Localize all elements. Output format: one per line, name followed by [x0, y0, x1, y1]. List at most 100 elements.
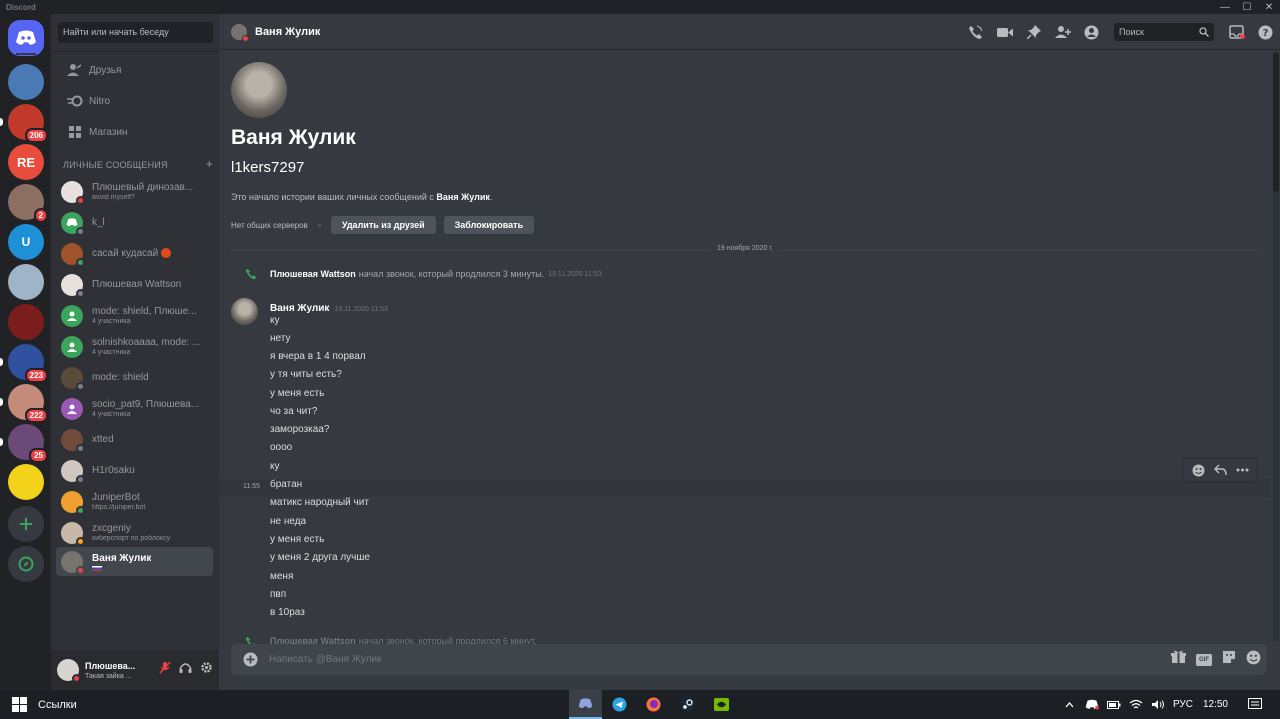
dm-item[interactable]: zxcgeniy киберспорт по роблоксу	[56, 518, 213, 547]
gif-button[interactable]: GIF	[1196, 653, 1212, 666]
clock[interactable]: 12:50	[1203, 699, 1228, 710]
discord-window: Discord — ☐ ✕ 206 RE 2 U 223 222 25 Найт…	[0, 0, 1280, 719]
discord-home-icon	[16, 30, 36, 45]
message-actions	[1182, 458, 1258, 482]
dm-item[interactable]: mode: shield	[56, 363, 213, 392]
more-button[interactable]	[1231, 468, 1253, 472]
tray-volume[interactable]	[1147, 699, 1169, 710]
user-profile-button[interactable]	[1077, 25, 1106, 40]
sticker-button[interactable]	[1222, 650, 1236, 669]
headphones-icon	[179, 663, 192, 673]
links-toolbar[interactable]: Ссылки	[38, 699, 77, 711]
voice-call-button[interactable]	[961, 25, 990, 40]
tray-battery[interactable]	[1103, 700, 1125, 709]
mute-button[interactable]	[159, 661, 171, 679]
taskbar-app-discord[interactable]	[569, 690, 602, 719]
show-hidden-icons-button[interactable]	[1059, 701, 1081, 708]
author-avatar[interactable]	[231, 298, 258, 325]
tray-discord[interactable]	[1081, 699, 1103, 710]
video-call-button[interactable]	[990, 27, 1019, 38]
user-panel: Плюшева... Такая зайка ...	[51, 650, 219, 690]
server-icon[interactable]: RE	[8, 144, 44, 180]
dm-name: mode: shield, Плюше...	[92, 306, 197, 317]
minimize-button[interactable]: —	[1214, 0, 1236, 14]
taskbar-app-telegram[interactable]	[603, 690, 636, 719]
server-icon[interactable]: 222	[8, 384, 48, 423]
nitro-icon	[61, 95, 89, 107]
close-button[interactable]: ✕	[1258, 0, 1280, 14]
user-settings-button[interactable]	[200, 661, 213, 679]
server-icon[interactable]: 206	[8, 104, 48, 143]
server-icon[interactable]: 223	[8, 344, 48, 383]
dm-item[interactable]: k_l	[56, 208, 213, 237]
dm-item[interactable]: H1r0saku	[56, 456, 213, 485]
chat-area: Ваня Жулик Поиск ? Ваня Жулик l1kers7297…	[219, 14, 1280, 690]
search-input[interactable]: Поиск	[1114, 23, 1214, 41]
add-server-button[interactable]	[8, 506, 44, 542]
dm-item[interactable]: solnishkoaaaa, mode: ... 4 участника	[56, 332, 213, 361]
server-icon[interactable]	[8, 264, 44, 300]
nav-nitro[interactable]: Nitro	[59, 88, 212, 114]
user-avatar[interactable]	[57, 659, 81, 683]
message-input-placeholder[interactable]: Написать @Ваня Жулик	[269, 654, 382, 665]
message-line: я вчера в 1 4 порвал	[270, 351, 366, 362]
server-icon[interactable]: 2	[8, 184, 48, 223]
maximize-button[interactable]: ☐	[1236, 0, 1258, 14]
custom-status: Такая зайка ...	[85, 672, 132, 680]
avatar	[61, 397, 83, 420]
taskbar-app-nvidia[interactable]	[705, 690, 738, 719]
home-button[interactable]	[8, 20, 44, 56]
pinned-messages-button[interactable]	[1019, 25, 1048, 39]
scrollbar-thumb[interactable]	[1273, 52, 1279, 192]
taskbar-app-steam[interactable]	[671, 690, 704, 719]
message-line: в 10раз	[270, 607, 305, 618]
server-icon[interactable]	[8, 64, 44, 100]
find-conversation-button[interactable]: Найти или начать беседу	[58, 22, 213, 43]
dm-item[interactable]: Плюшевый динозав... avoid myself?	[56, 177, 213, 206]
author-name[interactable]: Ваня Жулик	[270, 303, 329, 314]
emoji-icon	[1246, 650, 1261, 664]
dm-item[interactable]: Плюшевая Wattson	[56, 270, 213, 299]
avatar	[61, 459, 85, 484]
dm-item[interactable]: xtted	[56, 425, 213, 454]
mention-badge: 222	[24, 408, 48, 423]
message-line: оооо	[270, 442, 293, 453]
gear-icon	[201, 662, 212, 673]
input-language[interactable]: РУС	[1173, 699, 1193, 710]
upload-button[interactable]	[231, 652, 269, 667]
dm-item[interactable]: сасай кудасай	[56, 239, 213, 268]
reply-button[interactable]	[1209, 464, 1231, 476]
dm-item[interactable]: JuniperBot https://juniper.bot	[56, 487, 213, 516]
explore-servers-button[interactable]	[8, 546, 44, 582]
windows-logo-icon	[11, 697, 27, 712]
add-reaction-button[interactable]	[1187, 464, 1209, 477]
nav-friends[interactable]: Друзья	[59, 57, 212, 83]
start-button[interactable]	[4, 697, 34, 712]
inbox-button[interactable]	[1222, 25, 1251, 39]
create-dm-button[interactable]: +	[206, 158, 213, 170]
block-button[interactable]: Заблокировать	[443, 216, 535, 234]
nav-shop[interactable]: Магазин	[59, 119, 212, 145]
dm-item[interactable]: mode: shield, Плюше... 4 участника	[56, 301, 213, 330]
dm-item[interactable]: socio_pat9, Плюшева... 4 участника	[56, 394, 213, 423]
help-button[interactable]: ?	[1251, 25, 1280, 40]
server-icon[interactable]	[8, 464, 44, 500]
taskbar-app-firefox[interactable]	[637, 690, 670, 719]
unread-indicator	[0, 118, 3, 126]
nav-label: Nitro	[89, 95, 111, 107]
dm-item-active[interactable]: Ваня Жулик	[56, 547, 213, 576]
message-composer[interactable]: Написать @Ваня Жулик GIF	[231, 644, 1267, 675]
add-friends-to-dm-button[interactable]	[1048, 25, 1077, 39]
remove-friend-button[interactable]: Удалить из друзей	[330, 216, 436, 234]
deafen-button[interactable]	[179, 661, 192, 679]
status-offline	[76, 443, 85, 453]
tray-wifi[interactable]	[1125, 699, 1147, 710]
emoji-button[interactable]	[1246, 650, 1261, 670]
server-icon[interactable]: U	[8, 224, 44, 260]
status-offline	[76, 381, 85, 391]
server-icon[interactable]	[8, 304, 44, 340]
server-icon[interactable]: 25	[8, 424, 48, 463]
message-line: заморозкаа?	[270, 424, 330, 435]
notifications-button[interactable]	[1244, 698, 1266, 711]
gift-button[interactable]	[1171, 650, 1186, 669]
